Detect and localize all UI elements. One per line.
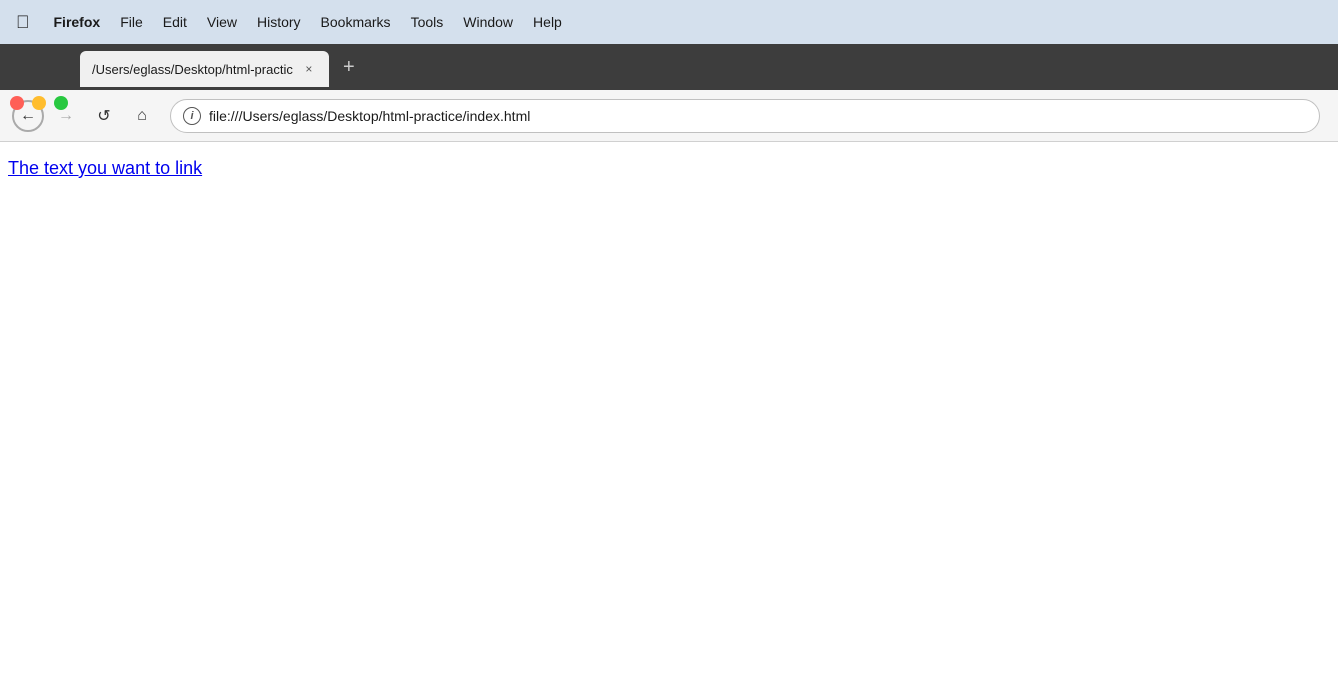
menu-item-history[interactable]: History [257,14,301,30]
menu-item-help[interactable]: Help [533,14,562,30]
minimize-window-button[interactable] [32,96,46,110]
navigation-bar: ← → ↺ ⌂ i file:///Users/eglass/Desktop/h… [0,90,1338,142]
tab-bar: /Users/eglass/Desktop/html-practic × + [0,44,1338,90]
url-text: file:///Users/eglass/Desktop/html-practi… [209,108,530,124]
tab-title: /Users/eglass/Desktop/html-practic [92,62,293,77]
new-tab-button[interactable]: + [335,53,363,81]
menu-item-edit[interactable]: Edit [163,14,187,30]
tab-close-button[interactable]: × [301,61,317,77]
address-bar[interactable]: i file:///Users/eglass/Desktop/html-prac… [170,99,1320,133]
maximize-window-button[interactable] [54,96,68,110]
reload-button[interactable]: ↺ [88,100,120,132]
menu-item-tools[interactable]: Tools [411,14,444,30]
security-info-icon[interactable]: i [183,107,201,125]
menu-item-firefox[interactable]: Firefox [54,14,101,30]
page-link[interactable]: The text you want to link [8,158,202,178]
active-tab[interactable]: /Users/eglass/Desktop/html-practic × [80,51,329,87]
menu-item-file[interactable]: File [120,14,143,30]
menu-bar:  Firefox File Edit View History Bookmar… [0,0,1338,44]
menu-item-window[interactable]: Window [463,14,513,30]
menu-item-view[interactable]: View [207,14,237,30]
home-button[interactable]: ⌂ [126,100,158,132]
close-window-button[interactable] [10,96,24,110]
home-icon: ⌂ [137,107,147,125]
apple-logo-icon[interactable]:  [16,12,30,33]
traffic-lights [10,96,68,110]
reload-icon: ↺ [97,106,110,126]
page-content: The text you want to link [0,142,1338,195]
menu-item-bookmarks[interactable]: Bookmarks [321,14,391,30]
